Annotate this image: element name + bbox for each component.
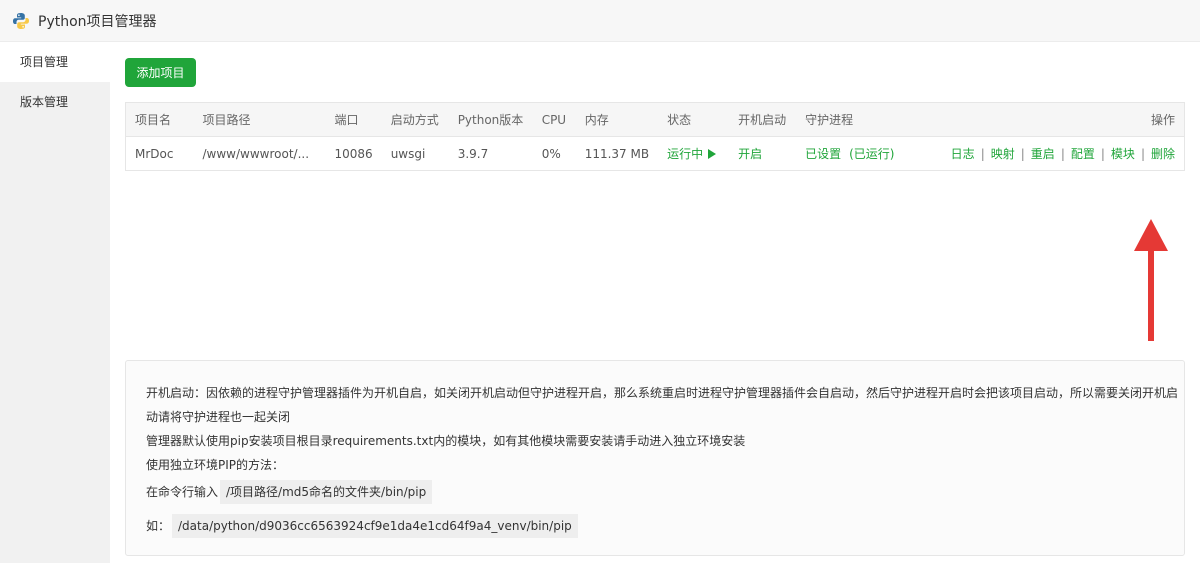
add-project-button[interactable]: 添加项目 [125, 58, 196, 87]
table-header-row: 项目名 项目路径 端口 启动方式 Python版本 CPU 内存 状态 开机启动… [125, 102, 1185, 137]
op-separator: | [980, 147, 985, 161]
main-panel: 添加项目 项目名 项目路径 端口 启动方式 Python版本 CPU 内存 状态… [110, 42, 1200, 563]
project-memory: 111.37 MB [584, 146, 650, 161]
guard-note: (已运行) [849, 147, 895, 161]
col-header-python-version: Python版本 [448, 102, 533, 137]
info-panel: 开机启动：因依赖的进程守护管理器插件为开机自启，如关闭开机启动但守护进程开启，那… [125, 360, 1185, 556]
info-venv-pip-title: 使用独立环境PIP的方法： [146, 458, 285, 472]
project-table: 项目名 项目路径 端口 启动方式 Python版本 CPU 内存 状态 开机启动… [125, 102, 1185, 171]
delete-link[interactable]: 删除 [1151, 147, 1175, 161]
sidebar: 项目管理 版本管理 [0, 42, 110, 563]
arrow-shape [1134, 219, 1168, 341]
op-separator: | [1100, 147, 1105, 161]
project-port: 10086 [334, 146, 373, 161]
guard-label: 已设置 [805, 147, 842, 161]
python-logo-icon [13, 12, 29, 29]
project-cpu: 0% [541, 146, 561, 161]
restart-link[interactable]: 重启 [1031, 147, 1055, 161]
op-separator: | [1140, 147, 1145, 161]
info-command-label: 在命令行输入 [146, 485, 219, 499]
project-python-version: 3.9.7 [457, 146, 489, 161]
status-toggle[interactable]: 运行中 [658, 137, 729, 171]
autostart-label: 开启 [738, 147, 763, 161]
col-header-name: 项目名 [125, 102, 194, 137]
modules-link[interactable]: 模块 [1111, 147, 1135, 161]
sidebar-item-project-management[interactable]: 项目管理 [0, 42, 110, 82]
window-title: Python项目管理器 [38, 13, 157, 30]
col-header-autostart: 开机启动 [729, 102, 797, 137]
ops-cell: 日志 | 映射 | 重启 | 配置 | 模块 | 删除 [941, 137, 1184, 171]
col-header-path: 项目路径 [193, 102, 326, 137]
col-header-ops: 操作 [941, 102, 1185, 137]
op-separator: | [1020, 147, 1025, 161]
guard-cell[interactable]: 已设置 (已运行) [796, 137, 941, 171]
example-pip-path-code: /data/python/d9036cc6563924cf9e1da4e1cd6… [172, 514, 578, 538]
col-header-status: 状态 [658, 102, 730, 137]
info-pip-note: 管理器默认使用pip安装项目根目录requirements.txt内的模块，如有… [146, 434, 746, 448]
mapping-link[interactable]: 映射 [991, 147, 1015, 161]
sidebar-item-version-management[interactable]: 版本管理 [0, 82, 110, 122]
op-separator: | [1060, 147, 1065, 161]
project-start-mode: uwsgi [390, 146, 426, 161]
col-header-memory: 内存 [575, 102, 659, 137]
table-row: MrDoc /www/wwwroot/... 10086 uwsgi 3.9.7… [126, 137, 1185, 171]
log-link[interactable]: 日志 [951, 147, 975, 161]
info-autostart-note: 开机启动：因依赖的进程守护管理器插件为开机自启，如关闭开机启动但守护进程开启，那… [146, 386, 1179, 424]
status-label: 运行中 [667, 147, 704, 161]
play-icon [708, 149, 717, 159]
autostart-toggle[interactable]: 开启 [729, 137, 796, 171]
info-command-row: 在命令行输入/项目路径/md5命名的文件夹/bin/pip [146, 479, 1184, 505]
col-header-cpu: CPU [532, 102, 576, 137]
col-header-start-mode: 启动方式 [381, 102, 449, 137]
info-example-label: 如： [146, 519, 171, 533]
red-arrow-annotation [1134, 219, 1168, 341]
pip-path-code: /项目路径/md5命名的文件夹/bin/pip [220, 480, 433, 504]
col-header-port: 端口 [325, 102, 382, 137]
info-example-row: 如：/data/python/d9036cc6563924cf9e1da4e1c… [146, 513, 1184, 539]
col-header-guard: 守护进程 [796, 102, 942, 137]
project-name: MrDoc [135, 146, 174, 161]
title-bar: Python项目管理器 [0, 0, 1200, 42]
config-link[interactable]: 配置 [1071, 147, 1095, 161]
project-path-link[interactable]: /www/wwwroot/... [194, 137, 326, 171]
